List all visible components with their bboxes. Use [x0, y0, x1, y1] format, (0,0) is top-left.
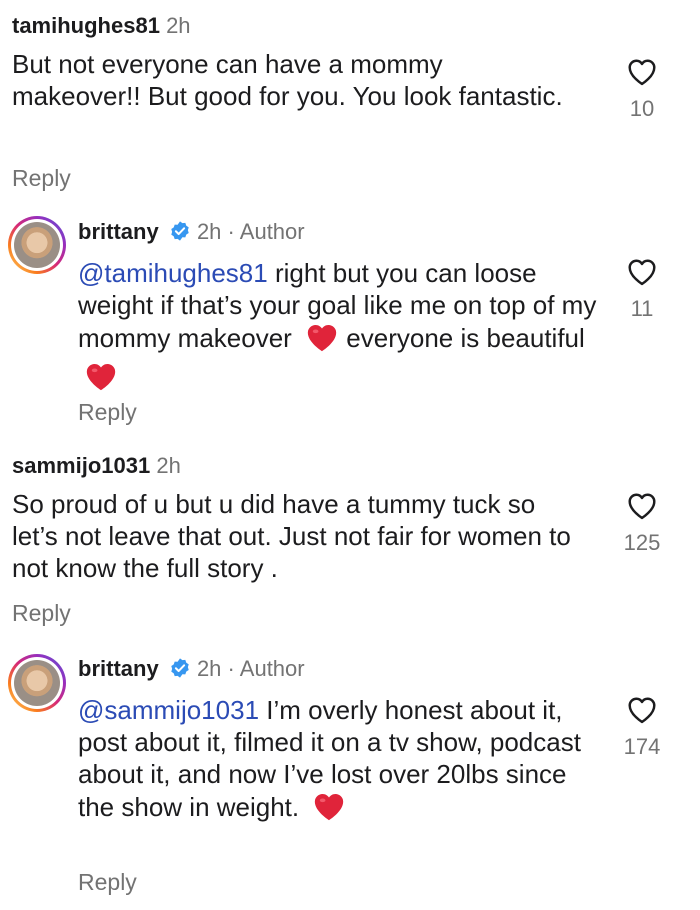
comment-text: @tamihughes81 right but you can loose we… — [78, 257, 618, 399]
red-heart-emoji — [312, 790, 346, 829]
avatar-ring-gap — [11, 219, 63, 271]
comment-body-end: everyone is beautiful — [346, 323, 585, 353]
reply-button[interactable]: Reply — [12, 164, 71, 192]
comment-body: But not everyone can have a mommy makeov… — [12, 49, 563, 111]
comment-header: sammijo1031 2h — [12, 452, 692, 480]
like-button[interactable]: 11 — [612, 256, 672, 322]
comment-username[interactable]: brittany — [78, 219, 159, 244]
comment-timestamp: 2h — [156, 453, 181, 478]
author-label: Author — [239, 219, 305, 244]
reply-comment-item: brittany 2h · Author @tamihughes81 right… — [78, 218, 618, 425]
red-heart-emoji — [305, 321, 339, 360]
like-button[interactable]: 10 — [612, 56, 672, 122]
comment-header: brittany 2h · Author — [78, 655, 608, 686]
separator-dot: · — [227, 656, 235, 681]
red-heart-emoji — [84, 360, 118, 399]
reply-button[interactable]: Reply — [12, 599, 71, 627]
like-count: 174 — [623, 734, 661, 759]
verified-badge-icon — [169, 657, 191, 686]
like-count: 125 — [623, 530, 661, 555]
like-button[interactable]: 174 — [612, 694, 672, 760]
avatar[interactable] — [8, 654, 66, 712]
like-button[interactable]: 125 — [612, 490, 672, 556]
comment-username[interactable]: brittany — [78, 656, 159, 681]
author-label: Author — [239, 656, 305, 681]
like-count: 10 — [629, 96, 655, 121]
avatar-ring-gap — [11, 657, 63, 709]
comment-text: @sammijo1031 I’m overly honest about it,… — [78, 694, 608, 829]
avatar-photo — [14, 660, 60, 706]
comment-username[interactable]: sammijo1031 — [12, 453, 150, 478]
heart-outline-icon[interactable] — [612, 256, 672, 286]
comment-item: sammijo1031 2h So proud of u but u did h… — [12, 452, 692, 626]
reply-button[interactable]: Reply — [78, 398, 137, 426]
verified-badge-icon — [169, 220, 191, 249]
heart-outline-icon[interactable] — [612, 56, 672, 86]
like-count: 11 — [630, 296, 654, 321]
comment-username[interactable]: tamihughes81 — [12, 13, 160, 38]
comment-header: brittany 2h · Author — [78, 218, 618, 249]
comment-header: tamihughes81 2h — [12, 12, 692, 40]
separator-dot: · — [227, 219, 235, 244]
comment-timestamp: 2h — [166, 13, 191, 38]
mention-link[interactable]: @sammijo1031 — [78, 695, 259, 725]
reply-comment-item: brittany 2h · Author @sammijo1031 I’m ov… — [78, 655, 608, 895]
comment-item: tamihughes81 2h But not everyone can hav… — [12, 12, 692, 191]
comment-text: But not everyone can have a mommy makeov… — [12, 48, 572, 112]
mention-link[interactable]: @tamihughes81 — [78, 258, 268, 288]
comment-timestamp: 2h — [196, 656, 222, 681]
avatar-photo — [14, 222, 60, 268]
heart-outline-icon[interactable] — [612, 694, 672, 724]
reply-button[interactable]: Reply — [78, 868, 137, 896]
avatar[interactable] — [8, 216, 66, 274]
comment-timestamp: 2h — [196, 219, 222, 244]
comment-body: So proud of u but u did have a tummy tuc… — [12, 489, 571, 583]
heart-outline-icon[interactable] — [612, 490, 672, 520]
comment-text: So proud of u but u did have a tummy tuc… — [12, 488, 582, 584]
